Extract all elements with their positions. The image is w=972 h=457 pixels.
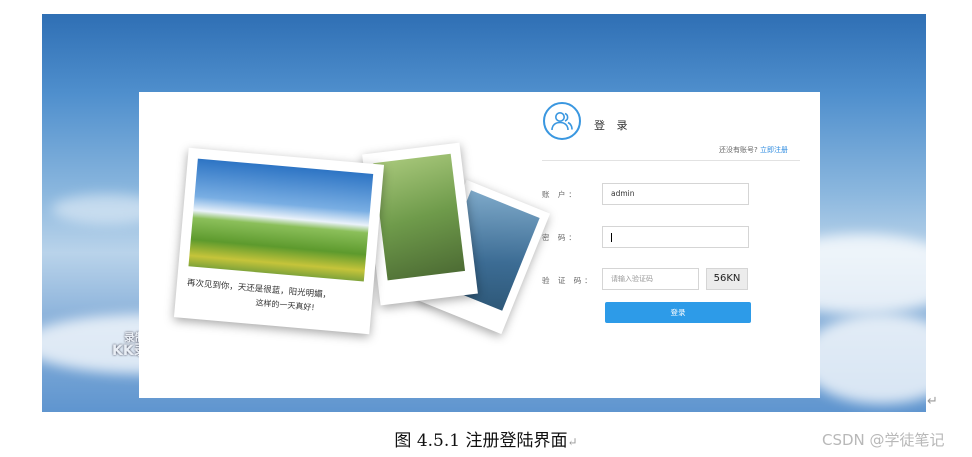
- divider: [542, 160, 800, 161]
- account-value: admin: [611, 189, 635, 198]
- password-label: 密 码：: [542, 233, 579, 242]
- login-title: 登 录: [594, 119, 632, 132]
- text-caret: [611, 232, 612, 242]
- cloud: [802, 314, 926, 404]
- register-link[interactable]: 立即注册: [760, 146, 788, 154]
- photo-landscape: 再次见到你，天还是很蓝，阳光明媚， 这样的一天真好!: [173, 147, 385, 335]
- account-input[interactable]: admin: [602, 183, 749, 205]
- caption-return-mark: ↵: [567, 435, 578, 449]
- photo-collage: 再次见到你，天还是很蓝，阳光明媚， 这样的一天真好!: [139, 92, 551, 398]
- return-mark: ↵: [927, 394, 938, 409]
- password-input[interactable]: [602, 226, 749, 248]
- login-screenshot: 录制工具 KK录像机 再次见到你，天还是很蓝，阳光明媚， 这样的一天真好! 登 …: [42, 14, 926, 412]
- csdn-watermark: CSDN @学徒笔记: [822, 431, 945, 449]
- login-form: 登 录 还没有账号? 立即注册 账 户： admin 密 码： 验 证 码： 请…: [539, 92, 820, 398]
- login-card: 再次见到你，天还是很蓝，阳光明媚， 这样的一天真好! 登 录 还没有账号? 立即…: [139, 92, 820, 398]
- captcha-image[interactable]: 56KN: [706, 268, 748, 290]
- account-label: 账 户：: [542, 190, 579, 199]
- no-account-prompt: 还没有账号? 立即注册: [719, 145, 788, 155]
- captcha-label: 验 证 码：: [542, 276, 595, 285]
- no-account-text: 还没有账号?: [719, 146, 758, 154]
- user-icon: [543, 102, 581, 140]
- figure-caption-text: 图 4.5.1 注册登陆界面: [394, 431, 568, 451]
- captcha-input[interactable]: 请输入验证码: [602, 268, 699, 290]
- photo-caption-line2: 这样的一天真好!: [255, 298, 315, 313]
- login-button[interactable]: 登录: [605, 302, 751, 323]
